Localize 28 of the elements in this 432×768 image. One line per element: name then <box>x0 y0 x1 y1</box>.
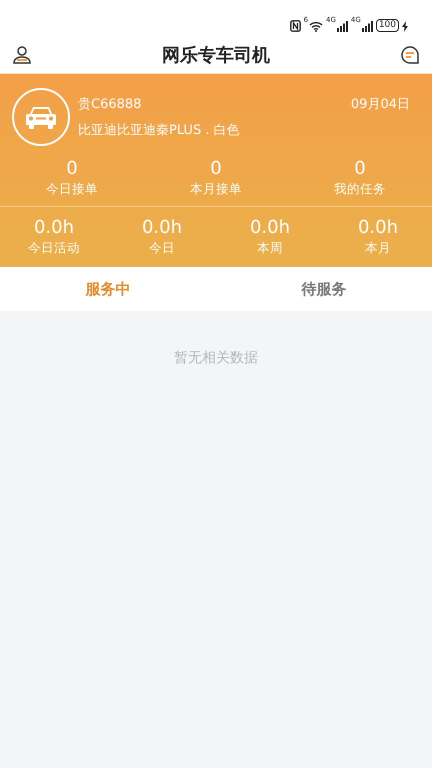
stat-label: 今日接单 <box>46 181 98 198</box>
battery-level: 100 <box>376 19 399 32</box>
date-text: 09月04日 <box>350 96 410 113</box>
hours-value: 0.0h <box>34 217 74 238</box>
hours-label: 本月 <box>365 240 391 257</box>
hours-label: 今日活动 <box>28 240 80 257</box>
stat-value: 0 <box>210 158 222 179</box>
hours-value: 0.0h <box>358 217 398 238</box>
hours-value: 0.0h <box>142 217 182 238</box>
stat-label: 本月接单 <box>190 181 242 198</box>
hours-label: 今日 <box>149 240 175 257</box>
message-icon[interactable] <box>400 44 420 64</box>
hours-label: 本周 <box>257 240 283 257</box>
charging-icon <box>402 21 408 32</box>
signal-icon <box>362 21 373 32</box>
stat-label: 我的任务 <box>334 181 386 198</box>
car-icon <box>24 104 58 130</box>
nfc-icon <box>290 20 301 32</box>
stat-value: 0 <box>66 158 78 179</box>
vehicle-model: 比亚迪比亚迪秦PLUS . 白色 <box>78 122 241 139</box>
app-title: 网乐专车司机 <box>162 44 270 66</box>
wifi-icon <box>309 21 324 32</box>
stat-value: 0 <box>354 158 366 179</box>
profile-icon[interactable] <box>12 44 32 64</box>
empty-message: 暂无相关数据 <box>174 349 258 368</box>
hours-value: 0.0h <box>250 217 290 238</box>
license-plate: 贵C66888 <box>78 96 142 113</box>
signal-icon <box>336 21 348 32</box>
